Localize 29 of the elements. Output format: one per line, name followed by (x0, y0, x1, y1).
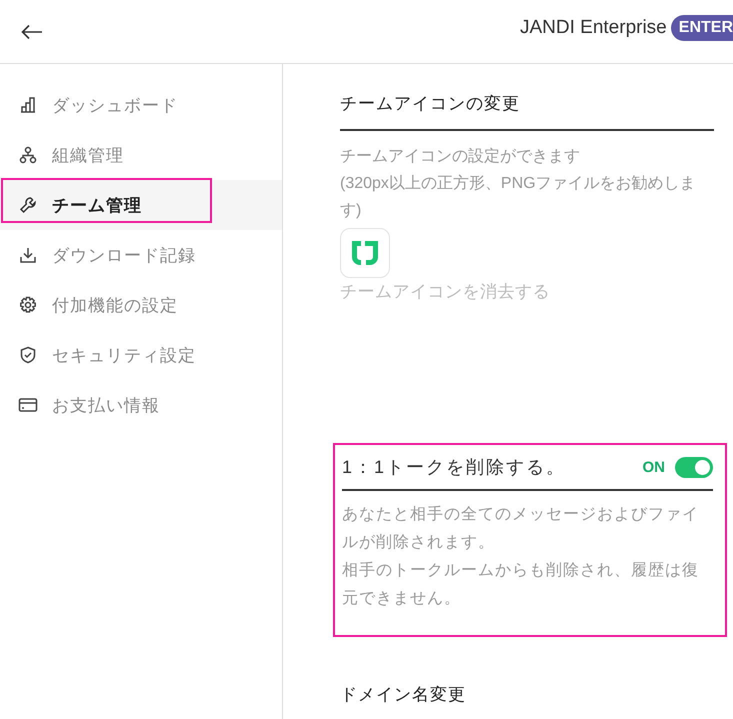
plan-badge: ENTER (670, 14, 733, 40)
sidebar-item[interactable]: 組織管理 (0, 130, 282, 180)
settings-icon (19, 296, 37, 314)
remove-icon-link[interactable]: チームアイコンを消去する (340, 280, 714, 303)
shield-check-icon (19, 346, 37, 364)
download-icon (19, 246, 37, 264)
sidebar-item[interactable]: ダウンロード記録 (0, 230, 282, 280)
back-arrow-icon[interactable] (21, 24, 43, 40)
section-title: 1：1トークを削除する。 (342, 456, 566, 479)
app-title: JANDI Enterprise (520, 16, 667, 38)
sidebar-item[interactable]: チーム管理 (0, 180, 282, 230)
logo-icon (352, 241, 378, 265)
section-title: ドメイン名変更 (340, 684, 467, 706)
section-title: チームアイコンの変更 (340, 92, 714, 131)
sidebar-item[interactable]: セキュリティ設定 (0, 330, 282, 380)
wrench-icon (19, 196, 37, 214)
team-logo[interactable] (340, 228, 390, 278)
description-text: (320px以上の正方形、PNGファイルをお勧めします) (340, 174, 697, 221)
sidebar-item[interactable]: ダッシュボード (0, 80, 282, 130)
description-text: チームアイコンの設定ができます (340, 146, 581, 167)
toggle-switch[interactable] (675, 456, 713, 478)
credit-card-icon (18, 396, 38, 414)
sidebar-item[interactable]: お支払い情報 (0, 380, 282, 430)
description-text: あなたと相手の全てのメッセージおよびファイルが削除されます。 (342, 504, 700, 553)
sidebar-item[interactable]: 付加機能の設定 (0, 280, 282, 330)
toggle-label: ON (642, 458, 665, 476)
description-text: 相手のトークルームからも削除され、履歴は復元できません。 (342, 560, 700, 609)
hierarchy-icon (19, 146, 37, 164)
bar-chart-icon (19, 96, 37, 114)
